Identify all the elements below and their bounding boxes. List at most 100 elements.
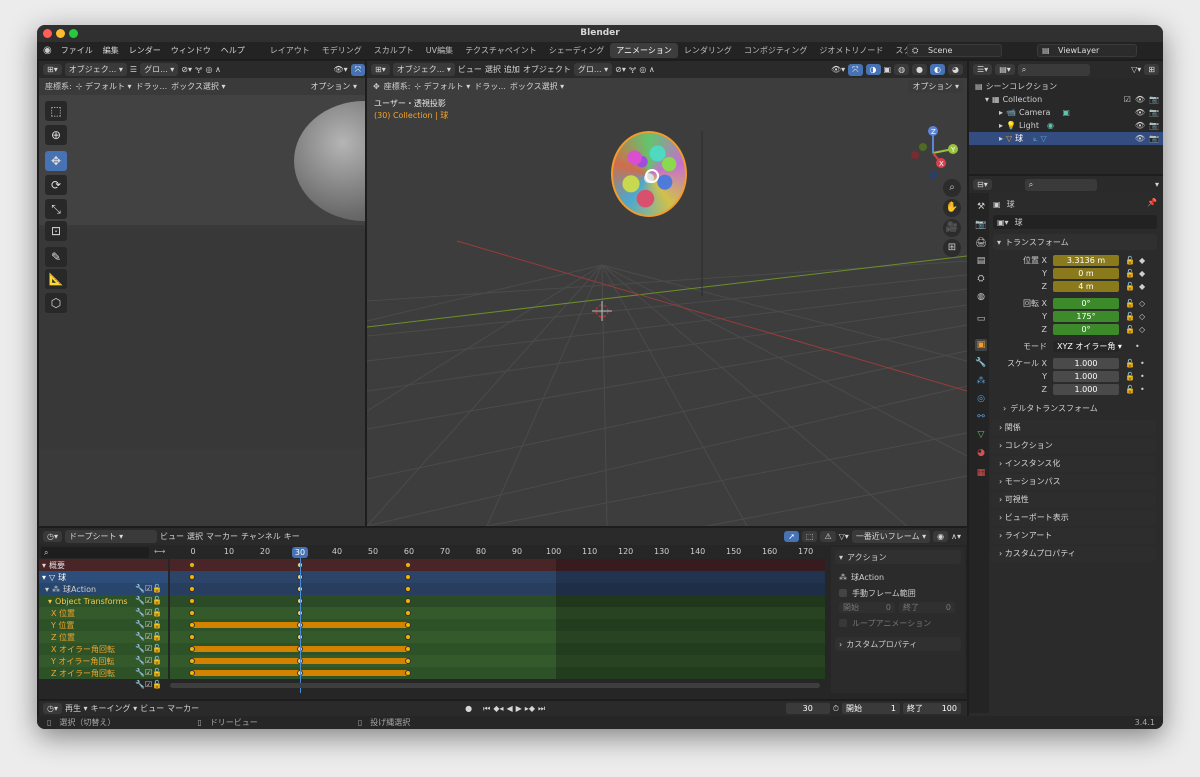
shading-rendered-icon[interactable]: ◕ [948,64,963,75]
cursor-tool-icon[interactable]: ⊕ [45,125,67,145]
outliner-search-input[interactable]: ⌕ [1017,63,1090,76]
falloff-icon[interactable]: ∧▾ [951,532,961,541]
new-collection-icon[interactable]: ⊞ [1144,64,1159,75]
viewport-gizmo-icon[interactable]: ⤧ [848,63,863,76]
start-frame-field[interactable]: 開始 1 [842,703,900,714]
proportional-edit-icon[interactable]: ◉ [933,531,949,542]
object-datablock-field[interactable]: ▣▾ 球 [993,215,1157,229]
viewport-options-dropdown[interactable]: オプション ▾ [908,80,963,93]
expand-icon[interactable]: ▸ [999,108,1003,117]
material-tab-icon[interactable]: ◕ [975,447,987,459]
outliner-scene-collection[interactable]: ▤ シーンコレクション [969,80,1163,93]
channel-toggle-row[interactable]: 🔧☑🔓 [135,583,167,595]
scale-tool-icon[interactable]: ⤡ [45,199,67,219]
view-layer-tab-icon[interactable]: ▤ [975,255,987,267]
keyframe-diamond-icon[interactable]: ◆ [1139,269,1145,278]
action-panel-header[interactable]: ▾ アクション [835,550,961,564]
outliner-display-mode-icon[interactable]: ▤▾ [995,64,1015,75]
world-tab-icon[interactable]: ◍ [975,291,987,303]
tab-shading[interactable]: シェーディング [543,43,610,58]
lock-icon[interactable]: 🔓 [1125,269,1135,278]
keyframe-point[interactable] [189,610,195,616]
channel-object[interactable]: ▾ ▽ 球 [39,571,168,583]
jump-end-icon[interactable]: ⏭ [538,704,545,714]
eye-icon[interactable]: 👁 [1135,108,1145,117]
record-icon[interactable]: ● [465,704,472,713]
viewport-mode-dropdown[interactable]: オブジェク... ▾ [392,63,455,76]
outliner-item-collection[interactable]: ▾ ▦ Collection ☑ 👁 📷 [969,93,1163,106]
pin-icon[interactable]: 📌 [1147,198,1157,207]
menu-edit[interactable]: 編集 [98,45,124,56]
keyframe-diamond-icon[interactable]: ◆ [1139,256,1145,265]
timeline-menu-keying[interactable]: キーイング ▾ [91,703,138,714]
tab-texture-paint[interactable]: テクスチャペイント [459,43,543,58]
outliner-item-camera[interactable]: ▸ 📹 Camera ▣ 👁 📷 [969,106,1163,119]
timeline-menu-marker[interactable]: マーカー [167,703,199,714]
keyframe-diamond-icon[interactable]: ◇ [1139,299,1145,308]
dopesheet-mode-dropdown[interactable]: ドープシート ▾ [65,530,157,543]
render-camera-icon[interactable]: 📷 [1149,95,1159,104]
only-selected-icon[interactable]: ➚ [784,531,799,542]
keyframe-point[interactable] [405,598,411,604]
viewport-snap-icon[interactable]: 🝖 [629,61,637,78]
keyframe-point[interactable] [405,670,411,676]
rotate-tool-icon[interactable]: ⟳ [45,175,67,195]
location-y-field[interactable]: 0 m [1053,267,1119,279]
pan-hand-icon[interactable]: ✋ [943,199,961,217]
zoom-icon[interactable]: ⌕ [943,179,961,197]
section-custom-properties[interactable]: › カスタムプロパティ [991,546,1156,562]
camera-mode-dropdown[interactable]: オブジェク... ▾ [64,63,127,76]
current-frame-field[interactable]: 30 [785,703,830,714]
keyframe-point[interactable] [189,574,195,580]
outliner-item-sphere[interactable]: ▸ ▽ 球 ⟀ ▽ 👁 📷 [969,132,1163,145]
move-tool-icon[interactable]: ✥ [45,151,67,171]
rotation-x-field[interactable]: 0° [1053,297,1119,309]
rotation-mode-dropdown[interactable]: XYZ オイラー角 ▾ [1053,340,1122,352]
keyframe-point[interactable] [189,634,195,640]
keyframe-point[interactable] [189,646,195,652]
channel-toggle-row[interactable]: 🔧☑🔓 [135,679,167,691]
next-keyframe-icon[interactable]: ▸◆ [525,704,535,713]
horizontal-scrollbar[interactable] [170,683,820,688]
physics-tab-icon[interactable]: ◎ [975,393,987,405]
sphere-object[interactable] [611,131,687,217]
transform-tool-icon[interactable]: ⊡ [45,221,67,241]
channel-toggle-row[interactable]: 🔧☑🔓 [135,643,167,655]
transform-panel-header[interactable]: ▾ トランスフォーム [993,234,1157,250]
camera-drag-dropdown[interactable]: ドラッ... [136,81,168,92]
texture-tab-icon[interactable]: ▦ [975,467,987,479]
sync-icon[interactable]: ⟷ [154,547,165,556]
shading-material-icon[interactable]: ◐ [930,64,946,75]
keyframe-point[interactable] [405,586,411,592]
channel-toggle-row[interactable]: 🔧☑🔓 [135,631,167,643]
channel-toggle-row[interactable]: 🔧☑🔓 [135,595,167,607]
outliner-filter-icon[interactable]: ▽▾ [1131,65,1141,74]
close-window-button[interactable] [43,29,52,38]
properties-search-input[interactable]: ⌕ [1024,178,1097,191]
dopesheet-filter-icon[interactable]: ▽▾ [839,532,849,541]
manual-frame-range-checkbox[interactable] [839,589,847,597]
jump-start-icon[interactable]: ⏮ [483,704,490,714]
camera-view-icon[interactable]: 🎥 [943,219,961,237]
xray-icon[interactable]: ▣ [884,65,892,74]
stopwatch-icon[interactable]: ⏱ [833,704,839,714]
location-z-field[interactable]: 4 m [1053,280,1119,292]
channel-toggle-row[interactable]: 🔧☑🔓 [135,667,167,679]
eye-icon[interactable]: 👁 [1135,121,1145,130]
viewport-proportional-icon[interactable]: ◎ ∧ [639,65,654,74]
viewport-menu-object[interactable]: オブジェクト [523,64,571,75]
keyframe-point[interactable] [189,562,195,568]
custom-props-panel-header[interactable]: › カスタムプロパティ [835,637,961,651]
dopesheet-menu-marker[interactable]: マーカー [206,531,238,542]
lock-icon[interactable]: 🔓 [1125,372,1135,381]
menu-window[interactable]: ウィンドウ [166,45,216,56]
visibility-icon[interactable]: 👁▾ [333,65,347,74]
keyframe-region[interactable]: 0 10 20 40 50 60 70 80 90 100 110 120 130 140 150 160 17… [170,547,825,693]
keyframe-diamond-icon[interactable]: ◇ [1139,312,1145,321]
show-errors-icon[interactable]: ⚠ [820,531,836,542]
lock-icon[interactable]: 🔓 [1125,256,1135,265]
keyframe-point[interactable] [405,562,411,568]
section-relations[interactable]: › 関係 [991,420,1156,436]
action-name-row[interactable]: ⁂ 球Action [839,571,884,583]
view-layer-selector[interactable]: ▤ ViewLayer [1037,44,1137,57]
